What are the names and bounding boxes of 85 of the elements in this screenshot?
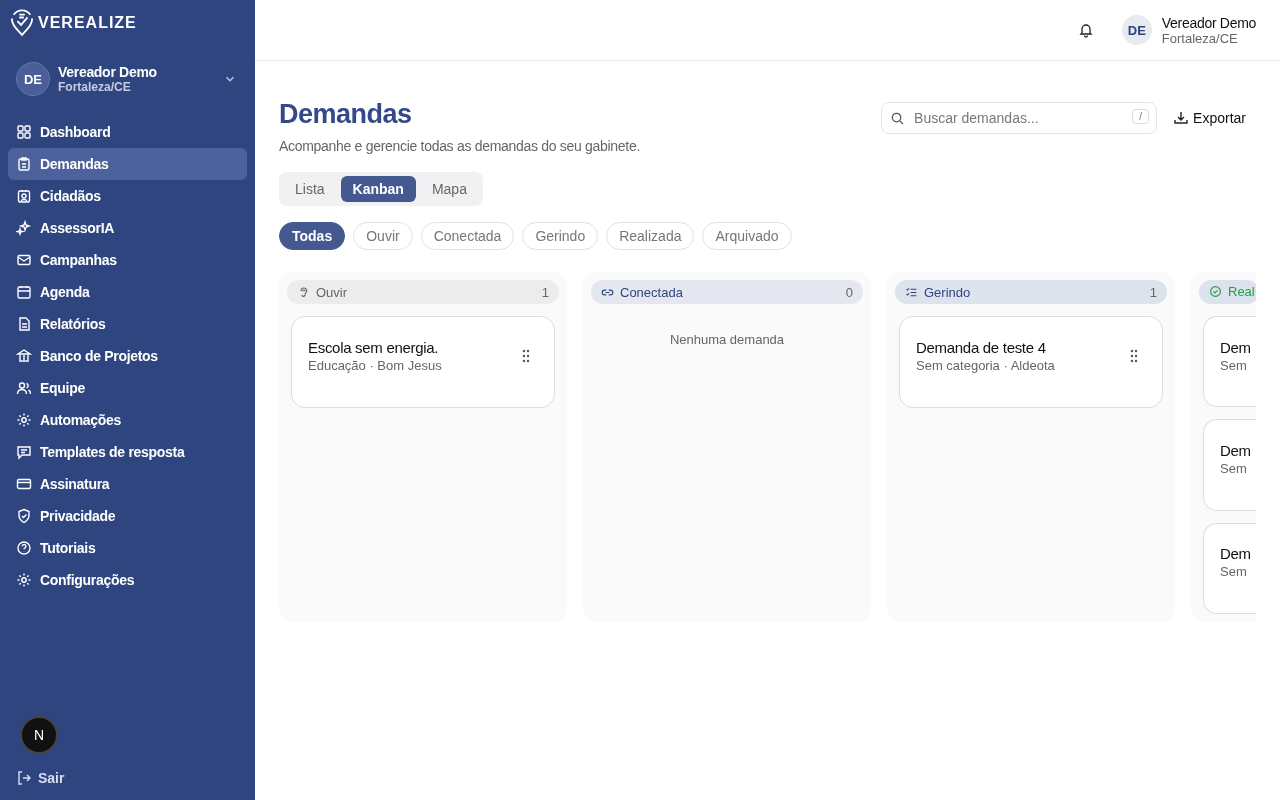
page-subtitle: Acompanhe e gerencie todas as demandas do seu gabinete. bbox=[279, 138, 640, 154]
user-name: Vereador Demo bbox=[1161, 14, 1256, 31]
filter-chip[interactable]: Realizada bbox=[606, 222, 695, 250]
bell-icon[interactable] bbox=[1077, 22, 1094, 38]
sidebar-item[interactable]: Campanhas bbox=[8, 244, 247, 276]
check-circle-icon bbox=[1209, 285, 1222, 299]
document-icon bbox=[16, 316, 32, 332]
demand-card[interactable]: Dem Sem bbox=[1203, 419, 1256, 511]
sidebar-item[interactable]: Templates de resposta bbox=[8, 436, 247, 468]
user-location: Fortaleza/CE bbox=[58, 80, 132, 94]
column-title: Conectada bbox=[620, 284, 684, 300]
help-icon bbox=[16, 540, 32, 556]
shield-icon bbox=[16, 508, 32, 524]
user-location: Fortaleza/CE bbox=[1161, 30, 1239, 46]
calendar-icon bbox=[16, 284, 32, 300]
view-tab[interactable]: Kanban bbox=[340, 176, 416, 202]
sidebar-item[interactable]: Cidadãos bbox=[8, 180, 247, 212]
demand-card[interactable]: Escola sem energia. Educação · Bom Jesus bbox=[291, 316, 555, 408]
sidebar-item[interactable]: Banco de Projetos bbox=[8, 340, 247, 372]
credit-card-icon bbox=[16, 476, 32, 492]
dev-tools-badge[interactable]: N bbox=[20, 716, 58, 754]
drag-handle-icon[interactable] bbox=[522, 349, 530, 363]
checklist-icon bbox=[905, 285, 918, 299]
card-title: Demanda de teste 4 bbox=[916, 339, 1047, 356]
shortcut-key: / bbox=[1132, 109, 1150, 124]
column-title: Gerindo bbox=[924, 284, 972, 300]
sidebar-item[interactable]: Tutoriais bbox=[8, 532, 247, 564]
grid-icon bbox=[16, 124, 32, 140]
filter-chip[interactable]: Ouvir bbox=[353, 222, 413, 250]
card-meta: Sem categoria · Aldeota bbox=[916, 358, 1055, 373]
users-icon bbox=[16, 380, 32, 396]
card-meta: Sem bbox=[1220, 357, 1248, 373]
download-icon bbox=[1173, 110, 1190, 126]
avatar: DE bbox=[1121, 15, 1152, 45]
logout-icon bbox=[16, 770, 32, 786]
sidebar-item[interactable]: Demandas bbox=[8, 148, 247, 180]
clipboard-icon bbox=[16, 156, 32, 172]
view-tab[interactable]: Lista bbox=[283, 176, 337, 202]
card-meta: Sem bbox=[1220, 564, 1248, 580]
filter-chip[interactable]: Conectada bbox=[420, 222, 515, 250]
column-title: Ouvir bbox=[316, 284, 349, 300]
card-title: Dem bbox=[1220, 441, 1251, 459]
demand-card[interactable]: Dem Sem bbox=[1203, 522, 1256, 614]
ear-icon bbox=[297, 285, 310, 299]
sidebar-item[interactable]: Automações bbox=[8, 404, 247, 436]
id-card-icon bbox=[16, 188, 32, 204]
empty-message: Nenhuma demanda bbox=[668, 332, 786, 347]
sidebar-item[interactable]: Configurações bbox=[8, 564, 247, 596]
card-meta: Sem bbox=[1220, 460, 1248, 476]
settings-icon bbox=[16, 412, 32, 428]
column-count: 0 bbox=[845, 284, 853, 300]
card-meta: Educação · Bom Jesus bbox=[308, 358, 442, 373]
logo-icon bbox=[10, 9, 34, 37]
sidebar-item[interactable]: Equipe bbox=[8, 372, 247, 404]
filter-chip[interactable]: Arquivado bbox=[702, 222, 792, 250]
sidebar-item[interactable]: Assinatura bbox=[8, 468, 247, 500]
demand-card[interactable]: Demanda de teste 4 Sem categoria · Aldeota bbox=[899, 316, 1163, 408]
column-title: Real bbox=[1228, 284, 1255, 300]
settings-icon bbox=[16, 572, 32, 588]
chat-icon bbox=[16, 444, 32, 460]
filter-chip[interactable]: Gerindo bbox=[522, 222, 599, 250]
sidebar-item[interactable]: Agenda bbox=[8, 276, 247, 308]
card-title: Dem bbox=[1220, 338, 1251, 356]
demand-card[interactable]: Dem Sem bbox=[1203, 315, 1256, 408]
brand-name: VEREALIZE bbox=[38, 14, 137, 32]
sparkle-icon bbox=[16, 220, 32, 236]
sidebar-item[interactable]: AssessorIA bbox=[8, 212, 247, 244]
page-title: Demandas bbox=[279, 99, 413, 130]
sidebar-item[interactable]: Relatórios bbox=[8, 308, 247, 340]
avatar: DE bbox=[16, 62, 50, 96]
mail-icon bbox=[16, 252, 32, 268]
view-tab[interactable]: Mapa bbox=[419, 176, 479, 202]
sidebar-item[interactable]: Dashboard bbox=[8, 116, 247, 148]
drag-handle-icon[interactable] bbox=[1130, 349, 1138, 363]
user-name: Vereador Demo bbox=[58, 64, 158, 80]
filter-chip[interactable]: Todas bbox=[279, 222, 346, 250]
bank-icon bbox=[16, 348, 32, 364]
card-title: Dem bbox=[1220, 545, 1251, 563]
column-count: 1 bbox=[541, 284, 549, 300]
column-count: 1 bbox=[1149, 284, 1157, 300]
export-button[interactable]: Exportar bbox=[1173, 110, 1256, 126]
account-switcher[interactable]: DE Vereador Demo Fortaleza/CE bbox=[16, 62, 239, 96]
card-title: Escola sem energia. bbox=[308, 339, 440, 356]
sidebar-item[interactable]: Privacidade bbox=[8, 500, 247, 532]
logout-link[interactable]: Sair bbox=[16, 770, 65, 786]
